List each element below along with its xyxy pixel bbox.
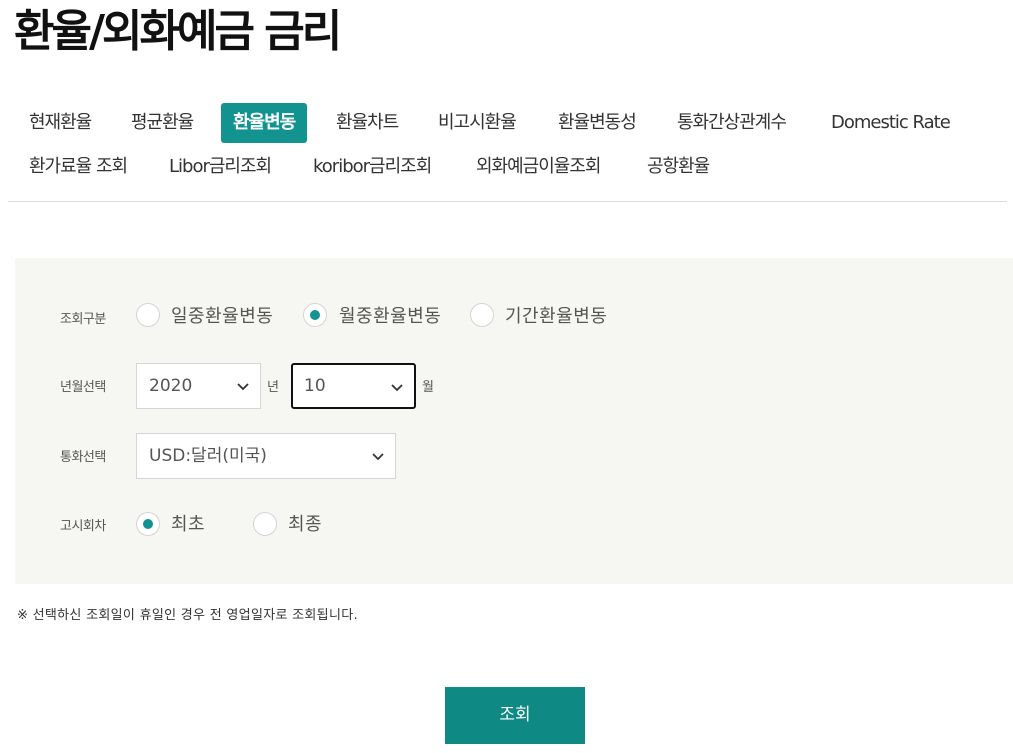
year-month-label: 년월선택 — [60, 380, 106, 395]
radio-first-notice[interactable] — [136, 512, 160, 536]
radio-period-label[interactable]: 기간환율변동 — [505, 302, 607, 328]
chevron-down-icon — [391, 384, 403, 392]
tab-domestic-rate[interactable]: Domestic Rate — [831, 103, 951, 143]
chevron-down-icon — [372, 453, 384, 461]
tab-exchange-fee-rate[interactable]: 환가료율 조회 — [29, 147, 128, 187]
tab-rate-volatility[interactable]: 환율변동성 — [558, 103, 637, 143]
tab-currency-correlation[interactable]: 통화간상관계수 — [677, 103, 787, 143]
radio-monthly-label[interactable]: 월중환율변동 — [339, 302, 441, 328]
tab-koribor-rate[interactable]: koribor금리조회 — [313, 147, 432, 187]
radio-first-notice-label[interactable]: 최초 — [171, 510, 205, 536]
radio-monthly[interactable] — [303, 303, 327, 327]
search-form-panel: 조회구분 일중환율변동 월중환율변동 기간환율변동 년월선택 2020 년 10… — [15, 258, 1013, 584]
currency-select-value: USD:달러(미국) — [149, 446, 267, 466]
year-select[interactable]: 2020 — [136, 363, 261, 409]
month-select[interactable]: 10 — [291, 363, 416, 409]
tab-airport-rate[interactable]: 공항환율 — [647, 147, 710, 187]
tab-current-rate[interactable]: 현재환율 — [29, 103, 92, 143]
radio-final-notice[interactable] — [253, 512, 277, 536]
chevron-down-icon — [237, 383, 249, 391]
month-unit: 월 — [422, 380, 434, 395]
tab-unannounced-rate[interactable]: 비고시환율 — [438, 103, 517, 143]
month-select-value: 10 — [304, 376, 326, 396]
radio-final-notice-label[interactable]: 최종 — [288, 510, 322, 536]
year-select-value: 2020 — [149, 376, 193, 396]
currency-select[interactable]: USD:달러(미국) — [136, 433, 396, 479]
radio-intraday[interactable] — [136, 303, 160, 327]
tab-rate-chart[interactable]: 환율차트 — [336, 103, 399, 143]
notice-round-label: 고시회차 — [60, 519, 106, 534]
tab-fx-deposit-rate[interactable]: 외화예금이율조회 — [476, 147, 601, 187]
holiday-notice: ※ 선택하신 조회일이 휴일인 경우 전 영업일자로 조회됩니다. — [17, 608, 358, 623]
tab-libor-rate[interactable]: Libor금리조회 — [169, 147, 272, 187]
tab-rate-change[interactable]: 환율변동 — [221, 103, 308, 143]
year-unit: 년 — [267, 380, 279, 395]
search-button[interactable]: 조회 — [445, 687, 585, 744]
tabs-divider — [8, 201, 1007, 202]
page-title: 환율/외화예금 금리 — [14, 6, 342, 57]
query-type-label: 조회구분 — [60, 312, 106, 327]
radio-intraday-label[interactable]: 일중환율변동 — [171, 302, 273, 328]
radio-period[interactable] — [470, 303, 494, 327]
currency-label: 통화선택 — [60, 450, 106, 465]
tab-average-rate[interactable]: 평균환율 — [131, 103, 194, 143]
